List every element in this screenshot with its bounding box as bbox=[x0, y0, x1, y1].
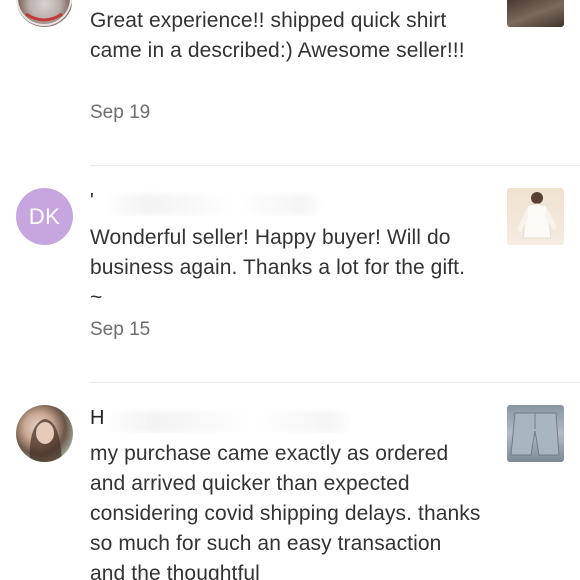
sweater-photo-icon bbox=[517, 192, 557, 239]
avatar-photo-icon bbox=[29, 419, 62, 462]
avatar-initials: DK bbox=[28, 203, 61, 229]
reviewer-avatar[interactable] bbox=[16, 405, 73, 462]
reviewer-name-text: ' bbox=[90, 190, 94, 212]
reviewer-avatar[interactable]: DK bbox=[16, 188, 73, 245]
listing-thumbnail[interactable] bbox=[507, 0, 564, 27]
listing-thumbnail[interactable] bbox=[507, 405, 564, 462]
redacted-name-blur bbox=[104, 194, 324, 216]
reviewer-avatar[interactable] bbox=[16, 0, 73, 27]
review-text: Great experience!! shipped quick shirt c… bbox=[90, 9, 465, 62]
review-text: Wonderful seller! Happy buyer! Will do b… bbox=[90, 226, 466, 309]
reviews-screen: Great experience!! shipped quick shirt c… bbox=[0, 0, 580, 580]
reviewer-name-text: H bbox=[90, 407, 105, 429]
jeans-photo-icon bbox=[510, 412, 560, 456]
review-text: my purchase came exactly as ordered and … bbox=[90, 442, 481, 580]
review-date: Sep 19 bbox=[90, 102, 151, 123]
review-divider bbox=[90, 165, 580, 166]
listing-thumbnail[interactable] bbox=[507, 188, 564, 245]
reviewer-name[interactable]: ' bbox=[90, 190, 350, 216]
review-divider bbox=[90, 382, 580, 383]
avatar-photo-icon bbox=[16, 0, 72, 26]
reviewer-name[interactable]: H bbox=[90, 407, 350, 433]
redacted-name-blur bbox=[104, 411, 350, 433]
review-date: Sep 15 bbox=[90, 319, 151, 340]
